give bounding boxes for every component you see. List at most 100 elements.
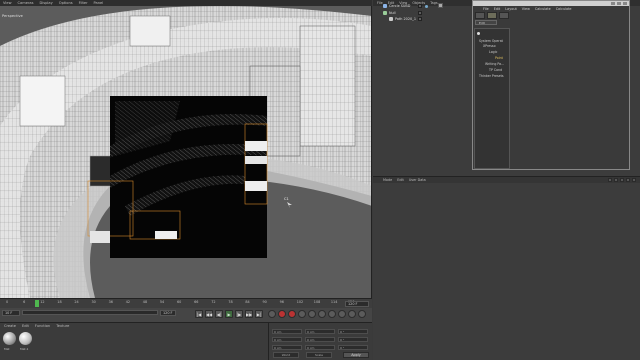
path-icon <box>389 17 393 21</box>
om-menu-file[interactable]: File <box>377 1 383 5</box>
xp-menu-edit[interactable]: Edit <box>494 7 501 11</box>
tag-icon[interactable] <box>438 3 443 8</box>
zoom-tool-icon[interactable] <box>487 12 497 19</box>
ruler-tick-label: 6 <box>23 300 26 304</box>
attr-menu-user-data[interactable]: User Data <box>409 178 426 182</box>
up-icon[interactable] <box>614 178 618 182</box>
rot-p-field[interactable]: 0 ° <box>338 337 368 342</box>
om-menu-tags[interactable]: Tags <box>430 1 438 5</box>
prev-key-button[interactable]: ◀◀ <box>205 310 213 318</box>
move-key-icon[interactable] <box>308 310 316 318</box>
rot-b-field[interactable]: 0 ° <box>338 345 368 350</box>
material-swatch-2[interactable] <box>19 332 32 345</box>
attr-menu-mode[interactable]: Mode <box>383 178 392 182</box>
minimize-icon[interactable] <box>611 2 615 5</box>
3d-viewport[interactable]: Perspective C1 <box>0 6 372 298</box>
rotate-key-icon[interactable] <box>328 310 336 318</box>
frame-all-icon[interactable] <box>499 12 509 19</box>
ruler-tick-label: 90 <box>262 300 267 304</box>
xpresso-editor-window: File Edit Layout View Calculate Calculat… <box>472 0 630 170</box>
ruler-tick-label: 42 <box>125 300 131 304</box>
tab-edit[interactable]: Edit <box>475 20 497 25</box>
keyset-icon[interactable] <box>298 310 306 318</box>
new-window-icon[interactable] <box>632 178 636 182</box>
tree-node[interactable]: Logic <box>489 50 497 54</box>
object-row-cercle[interactable]: Cercle SUBD <box>383 3 410 9</box>
lock-icon[interactable] <box>626 178 630 182</box>
xp-menu-view[interactable]: View <box>522 7 530 11</box>
xpresso-node-tree[interactable]: System Operat XPresso Logic Point Writin… <box>474 28 510 169</box>
go-end-button[interactable]: ▶| <box>255 310 263 318</box>
record-icon[interactable] <box>278 310 286 318</box>
material-swatch-1[interactable] <box>3 332 16 345</box>
tree-node[interactable]: TP Cond <box>489 68 502 72</box>
object-icon <box>383 4 387 8</box>
close-icon[interactable] <box>623 2 627 5</box>
visibility-toggle[interactable] <box>418 11 422 15</box>
material-menu-edit[interactable]: Edit <box>22 324 29 328</box>
xp-menu-calculate[interactable]: Calculate <box>535 7 551 11</box>
tree-node[interactable]: System Operat <box>479 39 503 43</box>
material-menu-function[interactable]: Function <box>35 324 50 328</box>
attribute-manager: Mode Edit User Data <box>373 176 640 360</box>
tree-node[interactable]: Thinker Presets <box>479 74 504 78</box>
xp-menu-layout[interactable]: Layout <box>505 7 517 11</box>
tree-node[interactable]: Point <box>495 56 503 60</box>
object-row-path[interactable]: Path 2020_1 <box>389 16 416 22</box>
autokey-icon[interactable] <box>288 310 296 318</box>
timeline-ruler[interactable]: 0 6 12 18 24 30 36 42 48 54 60 66 72 78 84 90 96 102 108 11… <box>0 299 372 308</box>
xp-menu-calculate-2[interactable]: Calculate <box>556 7 572 11</box>
rot-h-field[interactable]: 0 ° <box>338 329 368 334</box>
ruler-tick-label: 96 <box>279 300 284 304</box>
key-icon[interactable] <box>268 310 276 318</box>
ruler-tick-label: 36 <box>108 300 113 304</box>
param-key-icon[interactable] <box>338 310 346 318</box>
ruler-tick-label: 60 <box>177 300 182 304</box>
visibility-toggle[interactable] <box>418 4 422 8</box>
material-menu: Create Edit Function Texture <box>0 323 268 329</box>
pos-x-field[interactable]: 0 cm <box>272 329 302 334</box>
go-start-button[interactable]: |◀ <box>195 310 203 318</box>
range-end-field[interactable]: 120 F <box>160 310 176 316</box>
current-frame-field[interactable]: 10 F <box>2 310 20 316</box>
ruler-tick-label: 12 <box>40 300 45 304</box>
xpresso-tag-icon[interactable] <box>425 5 428 8</box>
search-icon[interactable] <box>620 178 624 182</box>
scale-key-icon[interactable] <box>318 310 326 318</box>
size-x-field[interactable]: 0 cm <box>305 329 335 334</box>
play-button[interactable]: ▶ <box>225 310 233 318</box>
material-menu-texture[interactable]: Texture <box>56 324 69 328</box>
ruler-tick-label: 114 <box>330 300 338 304</box>
visibility-toggle[interactable] <box>418 17 422 21</box>
transport-controls: |◀ ◀◀ ◀| ▶ |▶ ▶▶ ▶| <box>195 310 263 318</box>
coord-row-y: 0 cm 0 cm 0 ° <box>272 337 372 343</box>
xp-menu-file[interactable]: File <box>483 7 489 11</box>
next-key-button[interactable]: ▶▶ <box>245 310 253 318</box>
pan-tool-icon[interactable] <box>475 12 485 19</box>
pla-key-icon[interactable] <box>348 310 356 318</box>
attr-menu-edit[interactable]: Edit <box>397 178 404 182</box>
pos-y-field[interactable]: 0 cm <box>272 337 302 342</box>
world-dropdown[interactable]: World <box>273 352 299 358</box>
maximize-icon[interactable] <box>617 2 621 5</box>
ruler-tick-label: 24 <box>74 300 79 304</box>
pos-z-field[interactable]: 0 cm <box>272 345 302 350</box>
coord-row-z: 0 cm 0 cm 0 ° <box>272 345 372 351</box>
grid-icon[interactable] <box>358 310 366 318</box>
playhead[interactable] <box>34 300 39 307</box>
next-frame-button[interactable]: |▶ <box>235 310 243 318</box>
frame-range-slider[interactable] <box>22 310 158 315</box>
material-menu-create[interactable]: Create <box>4 324 16 328</box>
scale-dropdown[interactable]: Scale <box>306 352 332 358</box>
ruler-tick-label: 72 <box>211 300 216 304</box>
tree-node[interactable]: XPresso <box>483 44 496 48</box>
tree-node[interactable]: Writing Pa... <box>485 62 504 66</box>
ruler-tick-label: 30 <box>91 300 96 304</box>
xpresso-canvas[interactable] <box>511 28 629 169</box>
apply-button[interactable]: Apply <box>343 352 369 358</box>
size-z-field[interactable]: 0 cm <box>305 345 335 350</box>
size-y-field[interactable]: 0 cm <box>305 337 335 342</box>
back-icon[interactable] <box>608 178 612 182</box>
prev-frame-button[interactable]: ◀| <box>215 310 223 318</box>
end-frame-field[interactable]: 120 F <box>345 301 369 307</box>
